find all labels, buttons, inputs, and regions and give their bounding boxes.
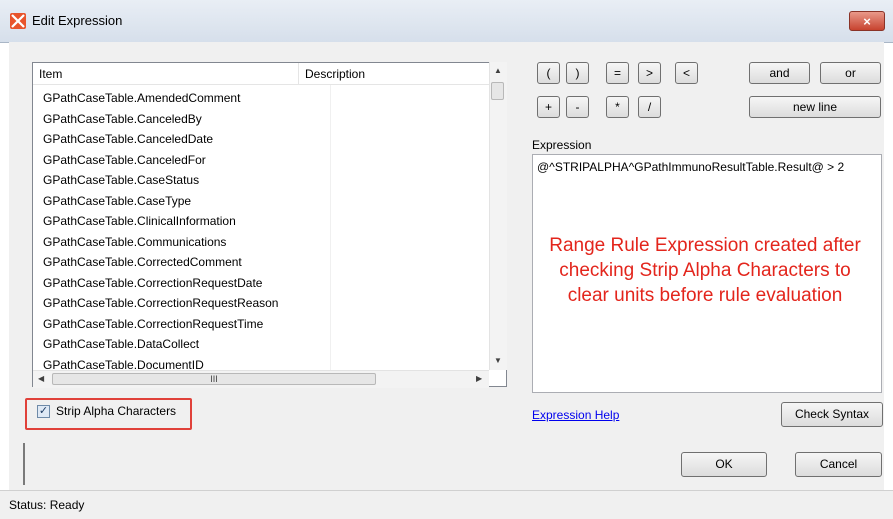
status-bar [0, 490, 893, 519]
list-item-label: GPathCaseTable.DataCollect [43, 337, 200, 351]
cancel-button[interactable]: Cancel [795, 452, 882, 477]
list-item-label: GPathCaseTable.CanceledBy [43, 111, 202, 126]
list-item[interactable]: GPathCaseTable.CanceledDate [33, 129, 493, 150]
column-header-item[interactable]: Item [33, 63, 298, 85]
splitter [23, 443, 25, 485]
less-than-button[interactable]: < [675, 62, 698, 84]
equals-button[interactable]: = [606, 62, 629, 84]
fields-list[interactable]: Item Description GPathCaseTable.AmendedC… [32, 62, 507, 387]
list-item[interactable]: GPathCaseTable.DataCollect [33, 334, 493, 355]
checkmark-icon: ✓ [38, 405, 49, 417]
list-item[interactable]: GPathCaseTable.CaseStatus [33, 170, 493, 191]
list-item-label: GPathCaseTable.CanceledFor [43, 152, 206, 167]
list-item[interactable]: GPathCaseTable.CaseType [33, 191, 493, 212]
divide-button[interactable]: / [638, 96, 661, 118]
list-item[interactable]: GPathCaseTable.CorrectionRequestTime [33, 314, 493, 335]
scroll-up-arrow-icon[interactable]: ▲ [494, 66, 502, 75]
window-title: Edit Expression [32, 13, 123, 28]
list-item-label: GPathCaseTable.Communications [43, 234, 227, 249]
expression-help-link[interactable]: Expression Help [532, 408, 619, 422]
list-item[interactable]: GPathCaseTable.CanceledBy [33, 109, 493, 130]
list-item[interactable]: GPathCaseTable.Communications [33, 232, 493, 253]
expression-value: @^STRIPALPHA^GPathImmunoResultTable.Resu… [537, 160, 845, 174]
column-header-label: Item [39, 67, 63, 81]
list-item-label: GPathCaseTable.AmendedComment [43, 91, 241, 105]
title-bar [0, 0, 893, 43]
greater-than-button[interactable]: > [638, 62, 661, 84]
check-syntax-button[interactable]: Check Syntax [781, 402, 883, 427]
strip-alpha-checkbox[interactable]: ✓ [37, 405, 50, 418]
close-paren-button[interactable]: ) [566, 62, 589, 84]
multiply-button[interactable]: * [606, 96, 629, 118]
list-item-label: GPathCaseTable.CorrectionRequestReason [43, 296, 279, 310]
close-icon: × [863, 14, 871, 29]
scroll-right-arrow-icon[interactable]: ▶ [476, 374, 482, 383]
vertical-scrollbar[interactable] [489, 62, 507, 370]
or-button[interactable]: or [820, 62, 881, 84]
strip-alpha-label[interactable]: Strip Alpha Characters [56, 404, 176, 418]
status-text: Status: Ready [9, 498, 85, 512]
scroll-grip-icon: III [210, 374, 218, 384]
list-item[interactable]: GPathCaseTable.CanceledFor [33, 150, 493, 171]
list-item-label: GPathCaseTable.CaseType [43, 193, 192, 208]
expression-label: Expression [532, 138, 592, 152]
column-header-description[interactable]: Description [299, 63, 489, 85]
list-item-label: GPathCaseTable.CorrectionRequestDate [43, 275, 263, 290]
list-item[interactable]: GPathCaseTable.CorrectedComment [33, 252, 493, 273]
list-item[interactable]: GPathCaseTable.CorrectionRequestDate [33, 273, 493, 294]
list-item[interactable]: GPathCaseTable.AmendedComment [33, 88, 493, 109]
minus-button[interactable]: - [566, 96, 589, 118]
column-header-label: Description [305, 67, 366, 81]
scroll-left-arrow-icon[interactable]: ◀ [38, 374, 44, 383]
list-item[interactable]: GPathCaseTable.CorrectionRequestReason [33, 293, 493, 314]
list-item-label: GPathCaseTable.ClinicalInformation [43, 214, 236, 228]
app-logo-icon [10, 13, 26, 29]
new-line-button[interactable]: new line [749, 96, 881, 118]
plus-button[interactable]: + [537, 96, 560, 118]
list-item-label: GPathCaseTable.CorrectionRequestTime [43, 316, 264, 331]
ok-button[interactable]: OK [681, 452, 767, 477]
horizontal-scroll-thumb[interactable]: III [52, 373, 376, 385]
list-item-label: GPathCaseTable.CanceledDate [43, 132, 214, 146]
list-item-label: GPathCaseTable.CorrectedComment [43, 255, 242, 269]
list-item-label: GPathCaseTable.CaseStatus [43, 173, 200, 187]
vertical-scroll-thumb[interactable] [491, 82, 504, 100]
scroll-down-arrow-icon[interactable]: ▼ [494, 356, 502, 365]
close-button[interactable]: × [849, 11, 885, 31]
annotation-callout: Range Rule Expression created after chec… [549, 235, 861, 306]
and-button[interactable]: and [749, 62, 810, 84]
list-item[interactable]: GPathCaseTable.ClinicalInformation [33, 211, 493, 232]
open-paren-button[interactable]: ( [537, 62, 560, 84]
